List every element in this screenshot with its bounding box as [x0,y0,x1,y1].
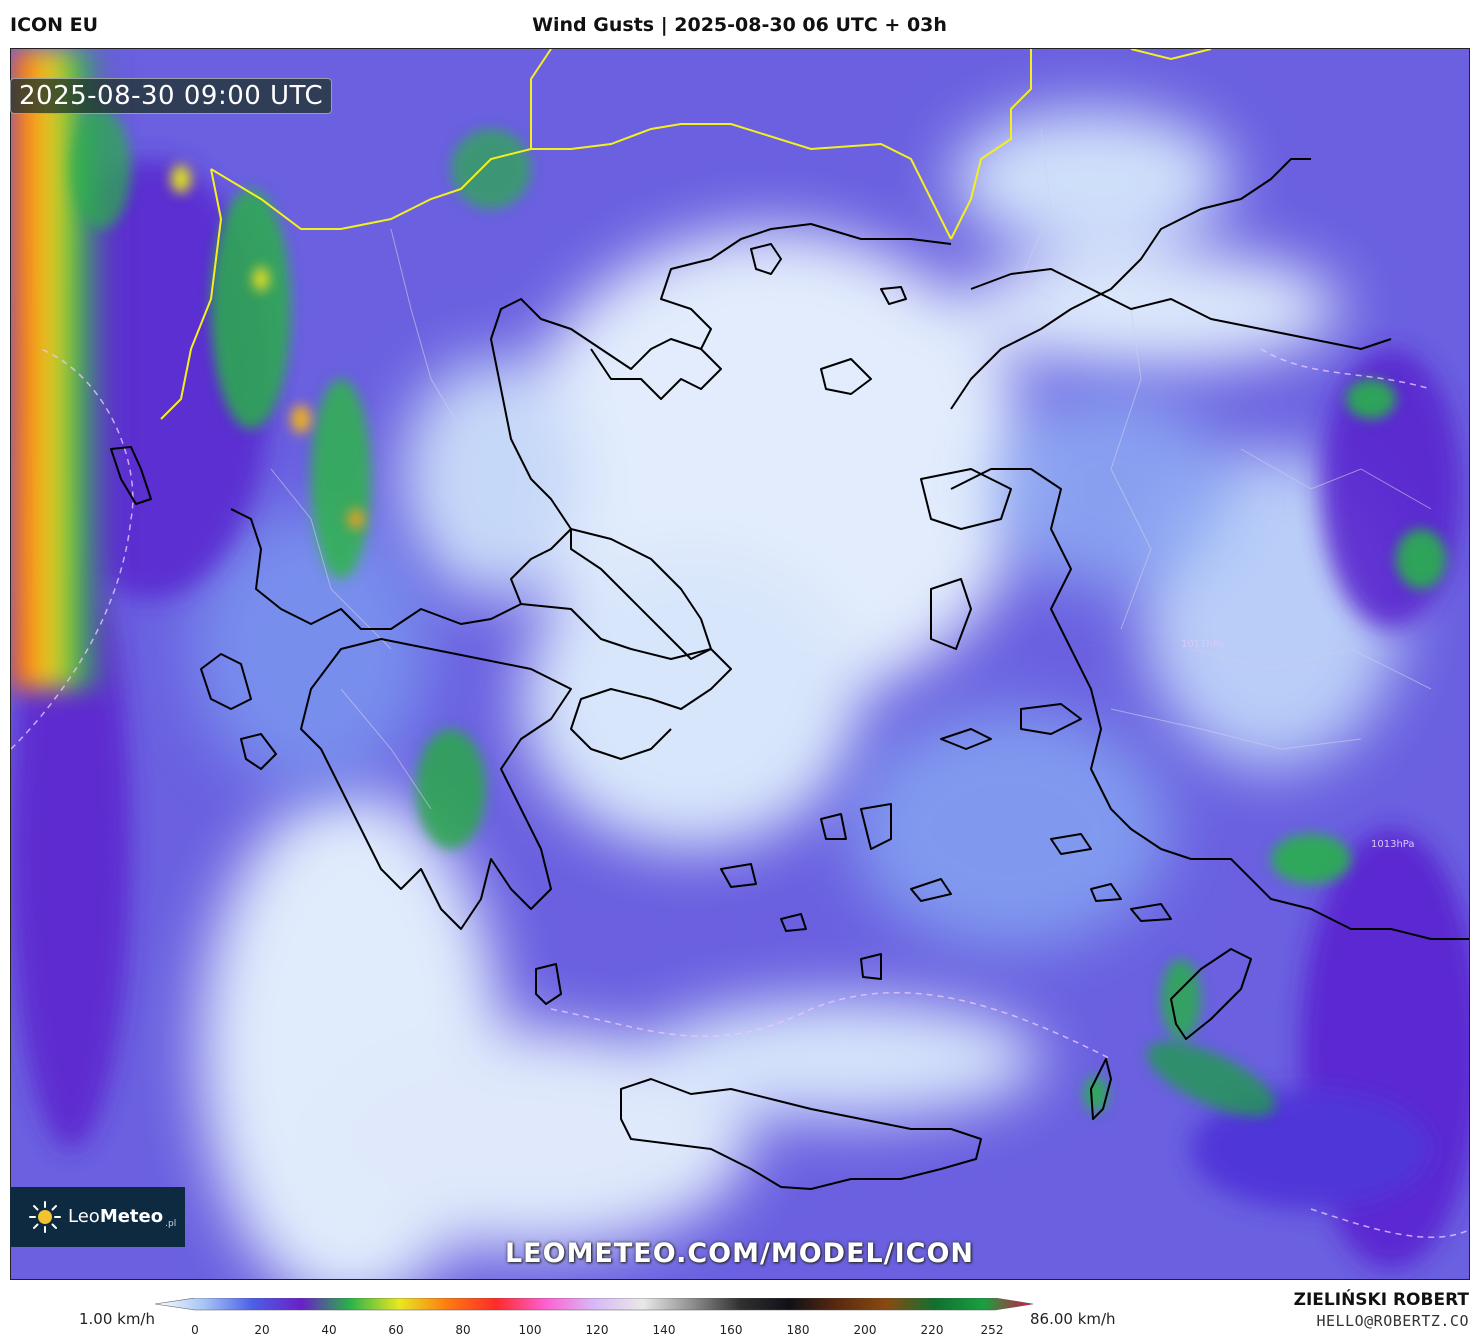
scale-tick-label: 60 [388,1323,404,1337]
map-title: Wind Gusts | 2025-08-30 06 UTC + 03h [532,14,947,36]
author-credit: ZIELIŃSKI ROBERT [1293,1290,1469,1310]
scale-tick-label: 20 [254,1323,270,1337]
scale-tick-label: 80 [455,1323,471,1337]
scale-tick-label: 100 [518,1323,542,1337]
logo-wordmark: LeoMeteo .pl [68,1205,177,1229]
isobar-label: 1013hPa [1371,839,1415,850]
scale-tick-label: 220 [920,1323,944,1337]
legend-min-label: 1.00 km/h [78,1310,155,1328]
scale-tick-label: 180 [786,1323,810,1337]
scale-tick-label: 252 [980,1323,1004,1337]
scale-tick-label: 120 [585,1323,609,1337]
map-canvas: 1011hPa 1013hPa [11,49,1469,1279]
scale-tick-label: 140 [652,1323,676,1337]
scale-tick-label: 40 [321,1323,337,1337]
author-email[interactable]: HELLO@ROBERTZ.CO [1317,1312,1470,1330]
scale-tick-label: 0 [191,1323,199,1337]
scale-tick-label: 200 [853,1323,877,1337]
source-url-watermark: LEOMETEO.COM/MODEL/ICON [504,1238,975,1269]
scale-tick-label: 160 [719,1323,743,1337]
isobar-label: 1011hPa [1181,639,1225,650]
valid-time-label: 2025-08-30 09:00 UTC [10,78,333,114]
sun-icon [29,1201,61,1233]
color-scale-bar [155,1298,1034,1311]
wind-gust-map[interactable]: 1011hPa 1013hPa [10,48,1470,1280]
legend-max-label: 86.00 km/h [1030,1310,1116,1328]
